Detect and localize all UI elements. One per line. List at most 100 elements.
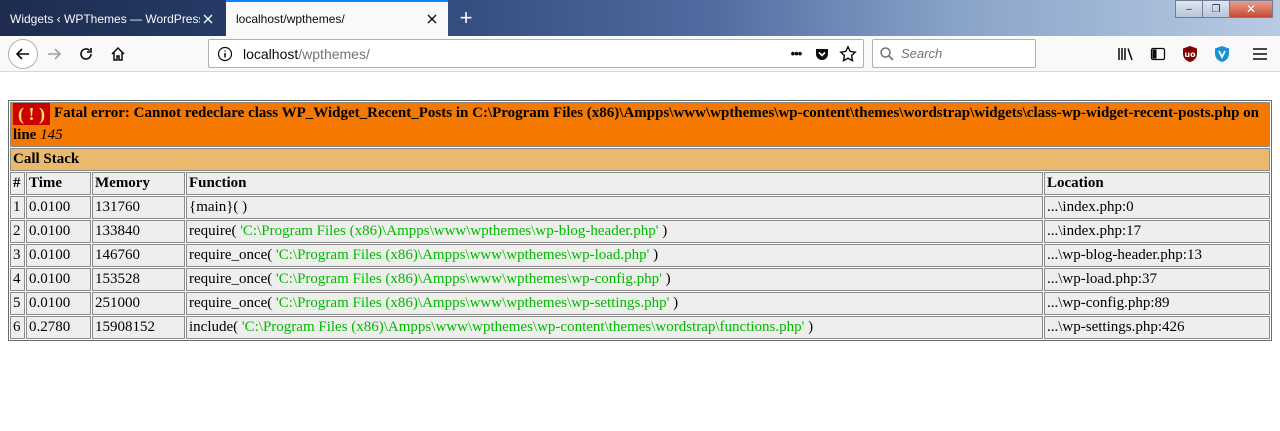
nav-bar: localhost/wpthemes/ ••• Search uo (0, 36, 1280, 72)
url-host: localhost (243, 45, 299, 62)
header-function: Function (186, 172, 1043, 195)
search-placeholder: Search (901, 46, 943, 61)
function-name: require_once( (189, 295, 277, 311)
table-row: 4 0.0100 153528 require_once( 'C:\Progra… (10, 268, 1270, 291)
forward-button[interactable] (40, 40, 68, 68)
hamburger-menu-icon (1253, 48, 1267, 60)
error-icon: ( ! ) (13, 103, 50, 125)
function-suffix: ) (804, 319, 814, 335)
close-icon[interactable] (424, 11, 440, 27)
library-button[interactable] (1112, 40, 1140, 68)
xdebug-error-table: ( ! ) Fatal error: Cannot redeclare class… (8, 100, 1272, 341)
pocket-icon (816, 48, 828, 60)
row-function: require_once( 'C:\Program Files (x86)\Am… (186, 268, 1043, 291)
ublock-icon: uo (1183, 46, 1197, 62)
back-button[interactable] (8, 39, 38, 69)
error-message-cell: ( ! ) Fatal error: Cannot redeclare class… (10, 102, 1270, 147)
row-time: 0.0100 (26, 244, 91, 267)
window-controls: ‒ ❐ ✕ (1175, 0, 1273, 18)
row-function: require_once( 'C:\Program Files (x86)\Am… (186, 292, 1043, 315)
search-input[interactable]: Search (872, 39, 1036, 68)
table-row: 6 0.2780 15908152 include( 'C:\Program F… (10, 316, 1270, 339)
row-function: require( 'C:\Program Files (x86)\Ampps\w… (186, 220, 1043, 243)
row-time: 0.0100 (26, 196, 91, 219)
error-line-number: 145 (40, 127, 63, 143)
tab-widgets[interactable]: Widgets ‹ WPThemes — WordPress (0, 1, 224, 36)
row-location: ...\index.php:17 (1044, 220, 1270, 243)
function-name: require( (189, 223, 241, 239)
row-num: 5 (10, 292, 25, 315)
header-memory: Memory (92, 172, 185, 195)
sidebar-icon (1150, 47, 1166, 61)
search-icon (880, 46, 894, 61)
row-num: 1 (10, 196, 25, 219)
plus-icon: + (459, 5, 473, 30)
row-time: 0.0100 (26, 220, 91, 243)
row-memory: 146760 (92, 244, 185, 267)
minimize-button[interactable]: ‒ (1175, 0, 1203, 18)
star-icon (839, 44, 857, 62)
row-memory: 15908152 (92, 316, 185, 339)
function-name: require_once( (189, 247, 277, 263)
menu-button[interactable] (1246, 40, 1274, 68)
error-message: Fatal error: Cannot redeclare class WP_W… (13, 105, 1260, 143)
function-suffix: ) (658, 223, 668, 239)
library-icon (1118, 48, 1133, 61)
row-memory: 131760 (92, 196, 185, 219)
svg-text:uo: uo (1184, 50, 1196, 59)
restore-icon: ❐ (1211, 3, 1221, 15)
tab-strip: Widgets ‹ WPThemes — WordPress localhost… (0, 0, 1280, 36)
home-button[interactable] (104, 40, 132, 68)
pocket-button[interactable] (811, 43, 833, 65)
row-memory: 251000 (92, 292, 185, 315)
new-tab-button[interactable]: + (452, 4, 480, 32)
row-function: require_once( 'C:\Program Files (x86)\Am… (186, 244, 1043, 267)
function-arg: 'C:\Program Files (x86)\Ampps\www\wpthem… (241, 319, 805, 335)
privacy-shield-button[interactable] (1208, 40, 1236, 68)
function-arg: 'C:\Program Files (x86)\Ampps\www\wpthem… (240, 223, 659, 239)
call-stack-title-row: Call Stack (10, 148, 1270, 171)
row-location: ...\wp-load.php:37 (1044, 268, 1270, 291)
function-suffix: ) (661, 271, 671, 287)
row-num: 6 (10, 316, 25, 339)
url-path: /wpthemes/ (298, 45, 370, 62)
minimize-icon: ‒ (1186, 3, 1192, 15)
more-icon: ••• (790, 46, 803, 61)
ublock-button[interactable]: uo (1176, 40, 1204, 68)
row-time: 0.0100 (26, 292, 91, 315)
row-time: 0.0100 (26, 268, 91, 291)
header-time: Time (26, 172, 91, 195)
page-actions-button[interactable]: ••• (785, 43, 807, 65)
reload-button[interactable] (72, 40, 100, 68)
row-num: 4 (10, 268, 25, 291)
back-arrow-icon (15, 48, 29, 60)
tab-label: Widgets ‹ WPThemes — WordPress (10, 11, 200, 26)
function-suffix: ) (649, 247, 659, 263)
tab-localhost[interactable]: localhost/wpthemes/ (226, 0, 448, 36)
close-icon[interactable] (200, 11, 216, 27)
function-name: {main}( ) (189, 199, 248, 215)
bookmark-star-button[interactable] (837, 43, 859, 65)
table-header-row: # Time Memory Function Location (10, 172, 1270, 195)
table-row: 3 0.0100 146760 require_once( 'C:\Progra… (10, 244, 1270, 267)
header-location: Location (1044, 172, 1270, 195)
tab-label: localhost/wpthemes/ (236, 12, 345, 26)
row-num: 3 (10, 244, 25, 267)
row-time: 0.2780 (26, 316, 91, 339)
table-row: 2 0.0100 133840 require( 'C:\Program Fil… (10, 220, 1270, 243)
url-text: localhost/wpthemes/ (243, 46, 785, 62)
row-num: 2 (10, 220, 25, 243)
reload-icon (80, 48, 92, 60)
row-location: ...\wp-settings.php:426 (1044, 316, 1270, 339)
window-close-button[interactable]: ✕ (1229, 0, 1273, 18)
url-bar[interactable]: localhost/wpthemes/ ••• (208, 39, 864, 68)
header-num: # (10, 172, 25, 195)
function-suffix: ) (669, 295, 679, 311)
function-name: require_once( (189, 271, 277, 287)
restore-button[interactable]: ❐ (1202, 0, 1230, 18)
info-icon (217, 46, 233, 61)
function-arg: 'C:\Program Files (x86)\Ampps\www\wpthem… (276, 247, 650, 263)
row-memory: 153528 (92, 268, 185, 291)
sidebar-button[interactable] (1144, 40, 1172, 68)
function-name: include( (189, 319, 242, 335)
